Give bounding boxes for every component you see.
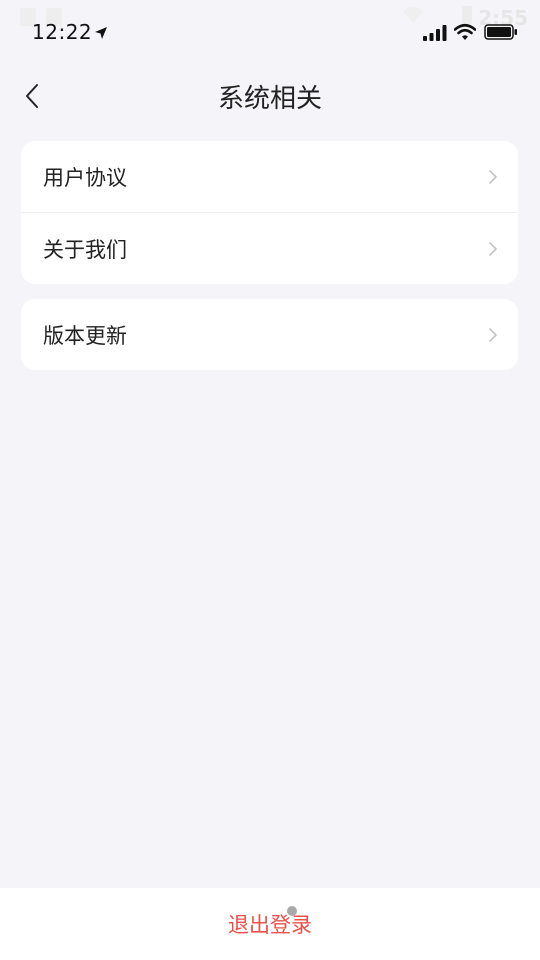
about-us-label: 关于我们	[43, 237, 127, 262]
status-time: 12:22	[32, 20, 93, 44]
settings-group-2: 版本更新	[21, 299, 518, 370]
page-title: 系统相关	[217, 84, 322, 114]
location-arrow-icon	[95, 27, 107, 39]
user-agreement-item[interactable]: 用户协议	[21, 141, 518, 212]
logout-label: 退出登录	[228, 913, 312, 937]
version-update-label: 版本更新	[43, 323, 127, 348]
user-agreement-label: 用户协议	[43, 165, 127, 190]
navigation-bar: 系统相关	[0, 64, 540, 128]
status-bar: 2:55 12:22	[0, 0, 540, 64]
settings-group-1: 用户协议 关于我们	[21, 141, 518, 284]
logout-button[interactable]: 退出登录	[0, 888, 540, 960]
version-update-item[interactable]: 版本更新	[21, 299, 518, 370]
battery-icon	[484, 24, 517, 40]
about-us-item[interactable]: 关于我们	[21, 212, 518, 284]
chevron-right-icon	[489, 170, 497, 184]
ghost-wifi-icon	[403, 7, 423, 23]
signal-bars-icon	[423, 25, 447, 41]
touch-indicator	[287, 906, 297, 916]
wifi-icon	[454, 23, 476, 40]
ghost-battery-icon	[462, 6, 472, 24]
chevron-right-icon	[489, 242, 497, 256]
chevron-right-icon	[489, 328, 497, 342]
